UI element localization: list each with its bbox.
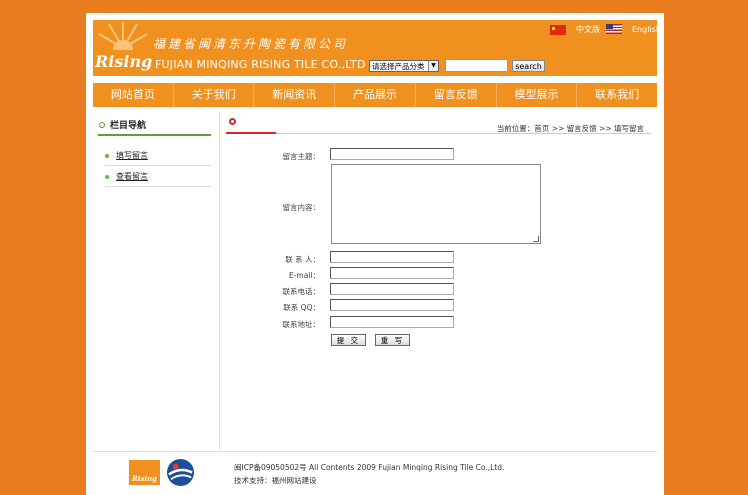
phone-label: 联系电话：	[282, 287, 321, 296]
lang-cn-label: 中文版	[576, 25, 600, 34]
logo-rising: Rising	[95, 52, 153, 71]
lang-en-label: English	[632, 24, 661, 34]
column-divider	[219, 113, 220, 450]
breadcrumb: 当前位置：首页 >> 留言反馈 >> 填写留言	[496, 124, 644, 133]
email-field[interactable]	[330, 267, 454, 279]
search-button[interactable]: search	[512, 60, 545, 72]
site-header: 福建省闽清东升陶瓷有限公司 Rising FUJIAN MINQING RISI…	[93, 20, 661, 76]
nav-item-home[interactable]: 网站首页	[93, 83, 174, 107]
submit-button[interactable]: 提 交	[331, 334, 366, 346]
dropdown-arrow-icon: ▼	[428, 61, 438, 71]
footer-copyright: 闽ICP备09050502号 All Contents 2009 Fujian …	[234, 463, 505, 472]
lang-cn-link[interactable]: 中文版	[550, 24, 600, 35]
email-label: E-mail：	[288, 271, 320, 280]
us-flag-icon	[606, 24, 622, 34]
section-marker-icon	[229, 118, 236, 125]
sidebar-title-label: 栏目导航	[110, 121, 147, 131]
dot-bullet-icon	[105, 153, 109, 158]
sidebar-item-write-message[interactable]: 填写留言	[105, 146, 211, 166]
nav-item-contact[interactable]: 联系我们	[577, 83, 657, 107]
globe-logo-icon	[166, 458, 195, 487]
reset-button[interactable]: 重 写	[375, 334, 410, 346]
contact-field[interactable]	[330, 251, 454, 263]
content-textarea[interactable]	[331, 164, 541, 244]
contact-label: 联 系 人：	[285, 255, 320, 264]
resize-grip-icon[interactable]	[533, 236, 539, 242]
footer-rising-logo: Rising	[129, 460, 160, 485]
sidebar-item-label: 查看留言	[116, 172, 148, 181]
section-underline	[226, 132, 276, 134]
qq-field[interactable]	[330, 299, 454, 311]
nav-item-feedback[interactable]: 留言反馈	[416, 83, 497, 107]
sidebar-item-view-messages[interactable]: 查看留言	[105, 167, 211, 187]
phone-field[interactable]	[330, 283, 454, 295]
sidebar-title: 栏目导航	[99, 118, 146, 131]
sidebar-divider	[98, 134, 211, 136]
nav-item-products[interactable]: 产品展示	[335, 83, 416, 107]
category-select[interactable]: 请选择产品分类 ▼	[369, 60, 439, 72]
subject-label: 留言主题：	[282, 152, 321, 161]
search-input[interactable]	[445, 59, 508, 72]
footer-support[interactable]: 技术支持：福州网站建设	[234, 475, 317, 486]
address-label: 联系地址：	[282, 320, 321, 329]
sidebar-item-label: 填写留言	[116, 151, 148, 160]
company-name-en: FUJIAN MINQING RISING TILE CO.,LTD	[155, 58, 366, 71]
china-flag-icon	[550, 24, 566, 35]
nav-item-news[interactable]: 新闻资讯	[254, 83, 336, 107]
company-name-cn: 福建省闽清东升陶瓷有限公司	[153, 37, 349, 51]
main-nav: 网站首页 关于我们 新闻资讯 产品展示 留言反馈 模型展示 联系我们	[93, 83, 657, 107]
dot-bullet-icon	[105, 174, 109, 179]
sun-logo-icon	[98, 22, 148, 50]
lang-en-link[interactable]: English	[606, 24, 661, 34]
footer-divider	[93, 451, 657, 452]
category-select-value: 请选择产品分类	[372, 61, 425, 71]
circle-bullet-icon	[99, 121, 105, 128]
content-label: 留言内容：	[282, 203, 321, 212]
address-field[interactable]	[330, 316, 454, 328]
nav-item-models[interactable]: 模型展示	[497, 83, 578, 107]
page-container: 福建省闽清东升陶瓷有限公司 Rising FUJIAN MINQING RISI…	[86, 13, 664, 495]
subject-field[interactable]	[330, 148, 454, 160]
nav-item-about[interactable]: 关于我们	[174, 83, 255, 107]
qq-label: 联系 QQ：	[283, 303, 320, 312]
